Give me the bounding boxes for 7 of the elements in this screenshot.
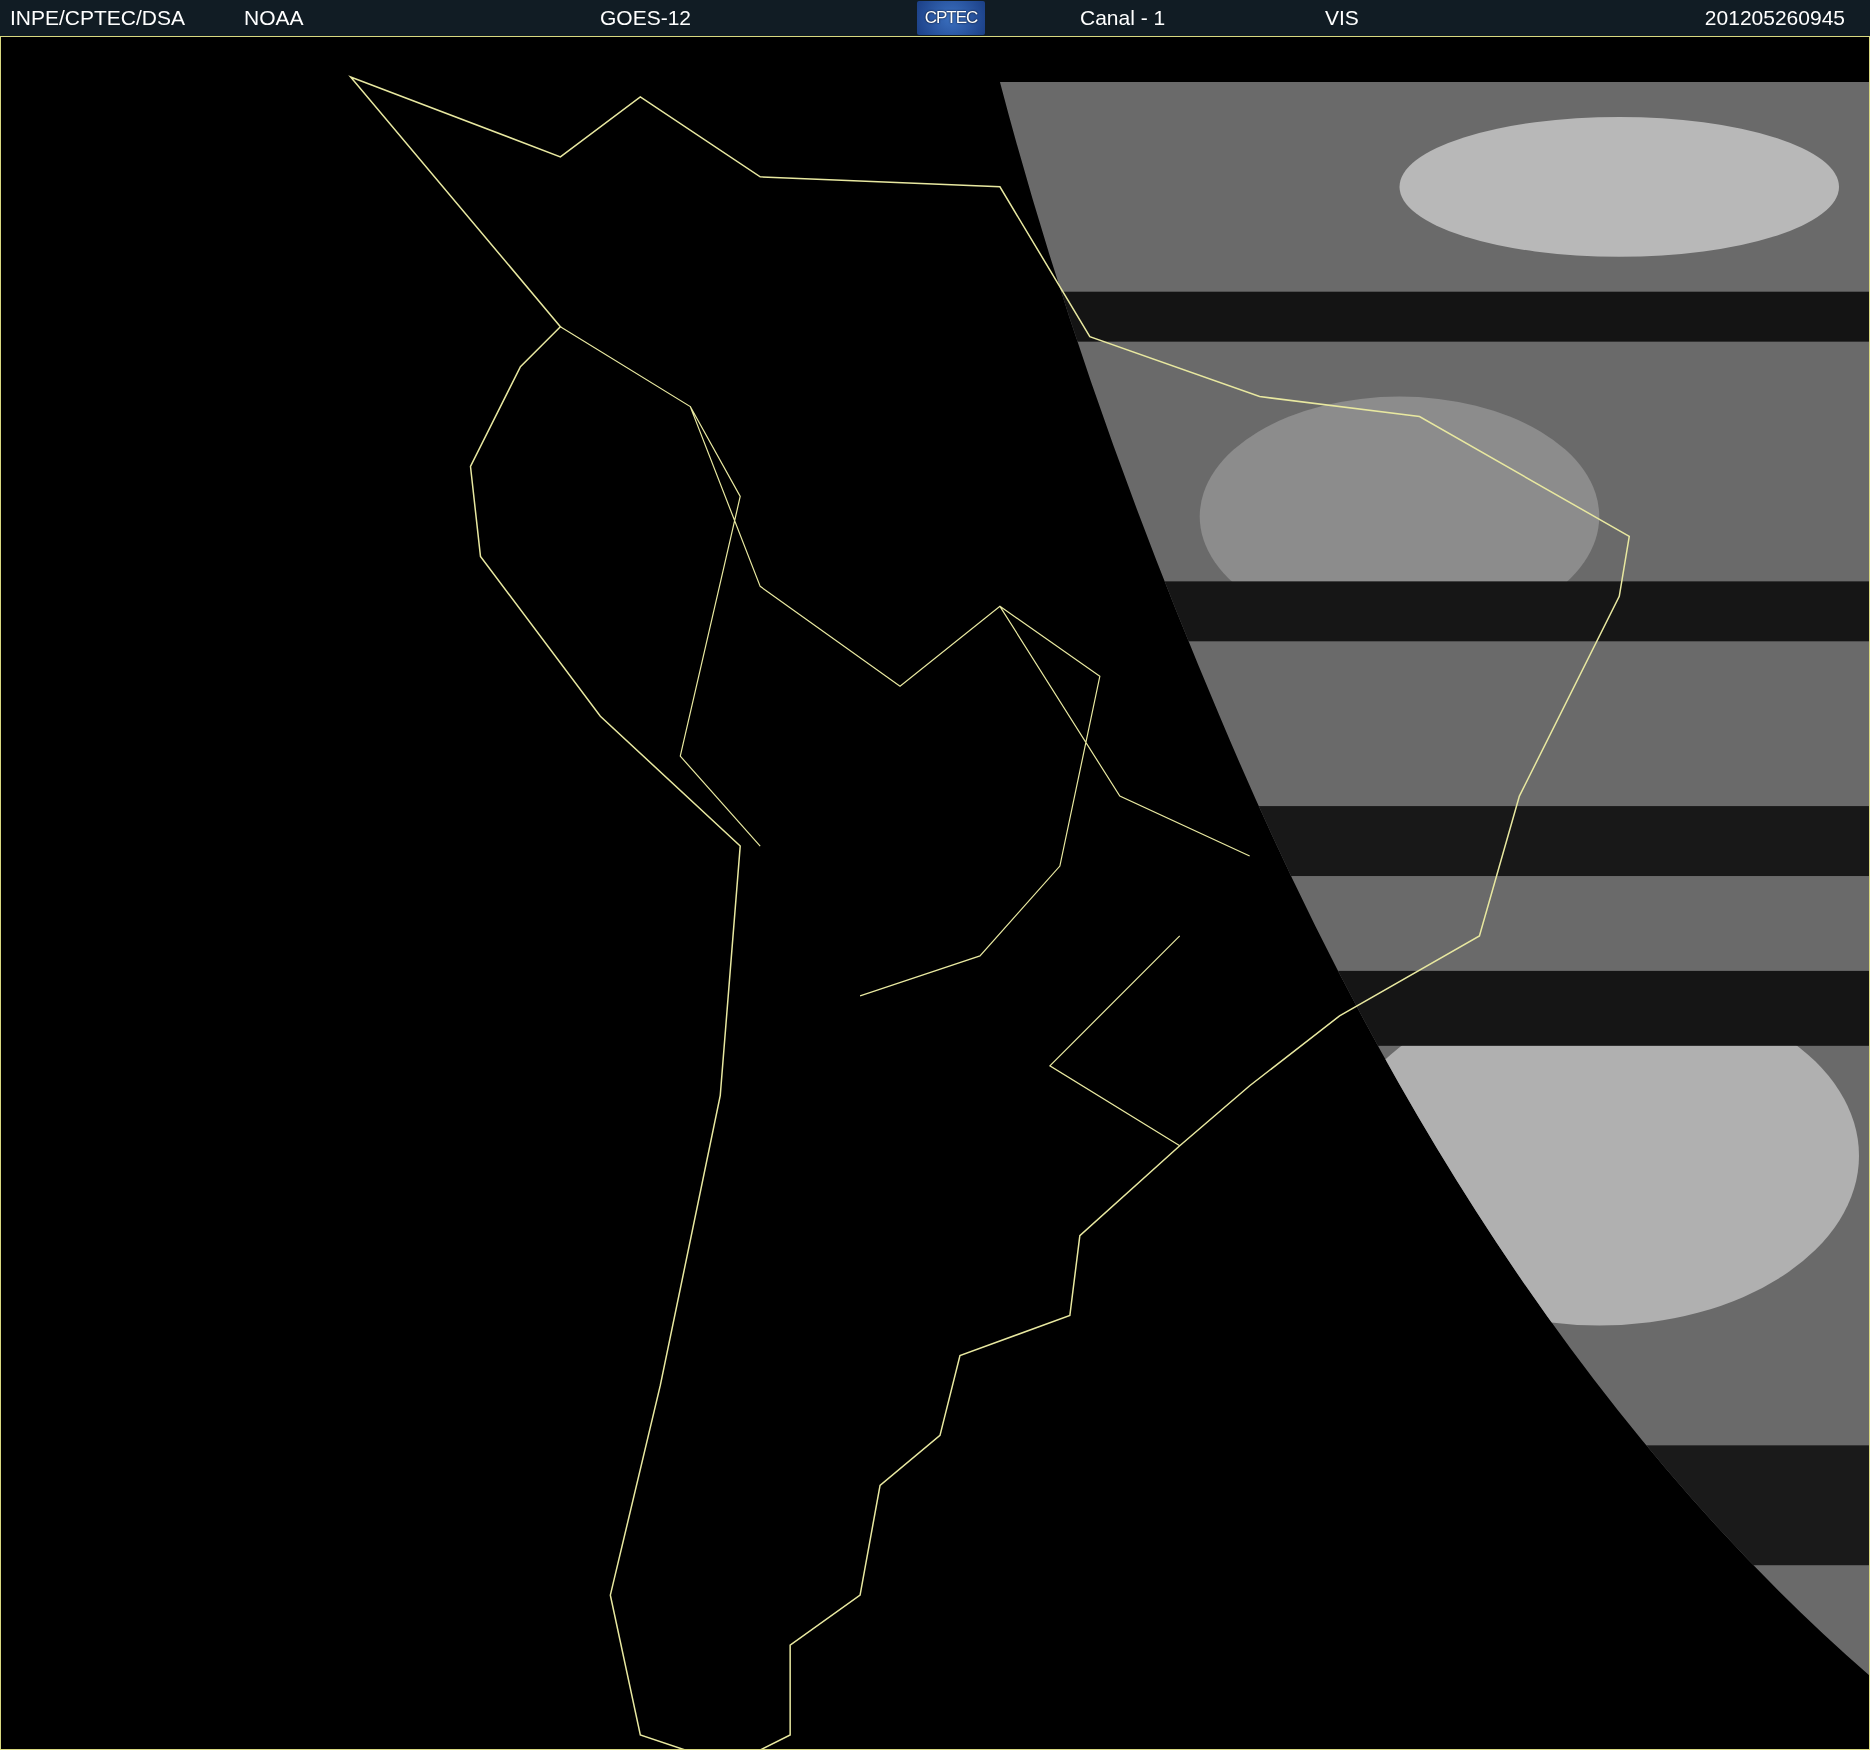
satellite-label: GOES-12 (600, 6, 692, 30)
satellite-operator-label: NOAA (244, 6, 304, 30)
channel-label: Canal - 1 (1080, 6, 1166, 30)
logo: CPTEC (917, 1, 985, 35)
agency-label: INPE/CPTEC/DSA (10, 6, 186, 30)
band-label: VIS (1325, 6, 1359, 30)
timestamp-label: 201205260945 (1704, 6, 1845, 30)
